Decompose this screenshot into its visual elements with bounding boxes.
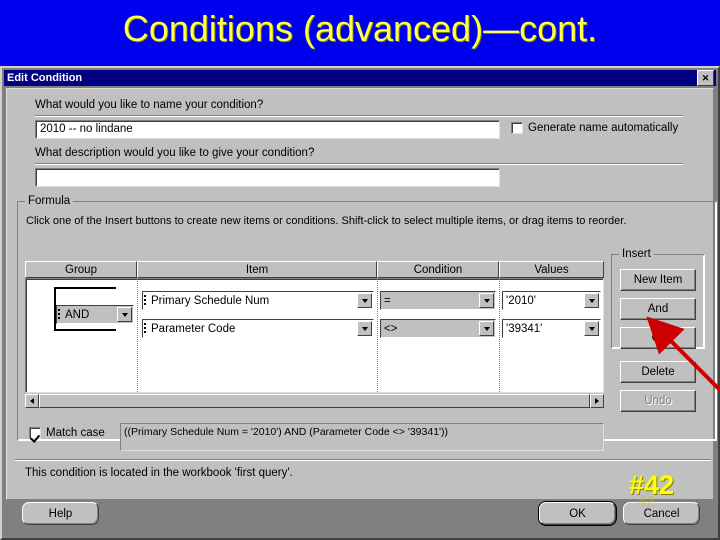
new-item-button[interactable]: New Item xyxy=(620,269,696,291)
divider-1 xyxy=(35,115,683,117)
undo-button[interactable]: Undo xyxy=(620,390,696,412)
chevron-down-icon[interactable] xyxy=(357,321,372,336)
formula-expression-readout: ((Primary Schedule Num = '2010') AND (Pa… xyxy=(120,423,604,451)
edit-condition-dialog: Edit Condition ✕ What would you like to … xyxy=(0,66,720,540)
dialog-titlebar[interactable]: Edit Condition ✕ xyxy=(4,70,716,86)
row-2-item-combo[interactable]: Parameter Code xyxy=(142,319,374,338)
name-prompt-label: What would you like to name your conditi… xyxy=(35,99,264,111)
generate-name-checkbox[interactable] xyxy=(511,122,523,134)
row-1-item-value: Primary Schedule Num xyxy=(151,294,270,307)
row-2-item-value: Parameter Code xyxy=(151,322,236,335)
column-header-values[interactable]: Values xyxy=(499,261,604,278)
chevron-down-icon[interactable] xyxy=(479,321,494,336)
insert-group-title: Insert xyxy=(619,248,654,260)
row-2-value-combo[interactable]: '39341' xyxy=(502,319,601,338)
divider-2 xyxy=(35,163,683,165)
chevron-down-icon[interactable] xyxy=(584,321,599,336)
or-button[interactable]: Or xyxy=(620,327,696,349)
chevron-down-icon[interactable] xyxy=(479,293,494,308)
formula-horizontal-scrollbar[interactable] xyxy=(25,393,604,408)
column-header-item[interactable]: Item xyxy=(137,261,377,278)
match-case-checkbox[interactable] xyxy=(29,427,41,439)
column-header-condition[interactable]: Condition xyxy=(377,261,499,278)
cancel-button[interactable]: Cancel xyxy=(623,502,700,525)
column-header-group[interactable]: Group xyxy=(25,261,137,278)
match-case-checkbox-row[interactable]: Match case xyxy=(29,427,105,439)
scroll-right-icon[interactable] xyxy=(590,393,604,408)
drag-handle-icon[interactable] xyxy=(57,306,62,323)
scrollbar-thumb[interactable] xyxy=(39,393,590,408)
ok-button[interactable]: OK xyxy=(539,502,616,525)
generate-name-checkbox-row[interactable]: Generate name automatically xyxy=(511,122,678,134)
description-prompt-label: What description would you like to give … xyxy=(35,147,315,159)
column-divider-3 xyxy=(499,279,500,392)
group-operator-value: AND xyxy=(65,308,90,321)
row-1-value-combo[interactable]: '2010' xyxy=(502,291,601,310)
drag-handle-icon[interactable] xyxy=(143,292,148,309)
column-divider-1 xyxy=(137,279,138,392)
row-1-item-combo[interactable]: Primary Schedule Num xyxy=(142,291,374,310)
formula-table-header: Group Item Condition Values xyxy=(25,261,604,278)
row-1-condition-combo[interactable]: = xyxy=(380,291,496,310)
row-2-condition-combo[interactable]: <> xyxy=(380,319,496,338)
formula-hint-text: Click one of the Insert buttons to creat… xyxy=(26,215,627,227)
delete-button[interactable]: Delete xyxy=(620,361,696,383)
scroll-left-icon[interactable] xyxy=(25,393,39,408)
formula-list-pane[interactable]: AND Primary Schedule Num = '2010' Parame… xyxy=(25,278,604,393)
close-icon[interactable]: ✕ xyxy=(697,70,714,86)
column-divider-2 xyxy=(377,279,378,392)
formula-group-title: Formula xyxy=(25,195,74,207)
match-case-label: Match case xyxy=(46,427,105,439)
page-title: Conditions (advanced)—cont. xyxy=(122,8,598,49)
row-1-value-text: '2010' xyxy=(506,294,536,307)
dialog-client-area: What would you like to name your conditi… xyxy=(6,88,717,500)
generate-name-label: Generate name automatically xyxy=(528,122,679,134)
slide: Conditions (advanced)—cont. Edit Conditi… xyxy=(0,0,720,540)
chevron-down-icon[interactable] xyxy=(117,307,132,322)
and-button[interactable]: And xyxy=(620,298,696,320)
row-2-condition-value: <> xyxy=(384,322,398,335)
dialog-title: Edit Condition xyxy=(7,72,83,84)
divider-3 xyxy=(15,459,711,461)
condition-description-input[interactable] xyxy=(35,168,500,187)
row-2-value-text: '39341' xyxy=(506,322,543,335)
drag-handle-icon[interactable] xyxy=(143,320,148,337)
condition-name-input[interactable]: 2010 -- no lindane xyxy=(35,120,500,139)
row-1-condition-value: = xyxy=(384,294,391,307)
chevron-down-icon[interactable] xyxy=(357,293,372,308)
status-text: This condition is located in the workboo… xyxy=(25,467,293,479)
help-button[interactable]: Help xyxy=(22,502,99,525)
slide-number: #42 xyxy=(629,470,675,500)
group-operator-combo[interactable]: AND xyxy=(56,305,134,324)
chevron-down-icon[interactable] xyxy=(584,293,599,308)
